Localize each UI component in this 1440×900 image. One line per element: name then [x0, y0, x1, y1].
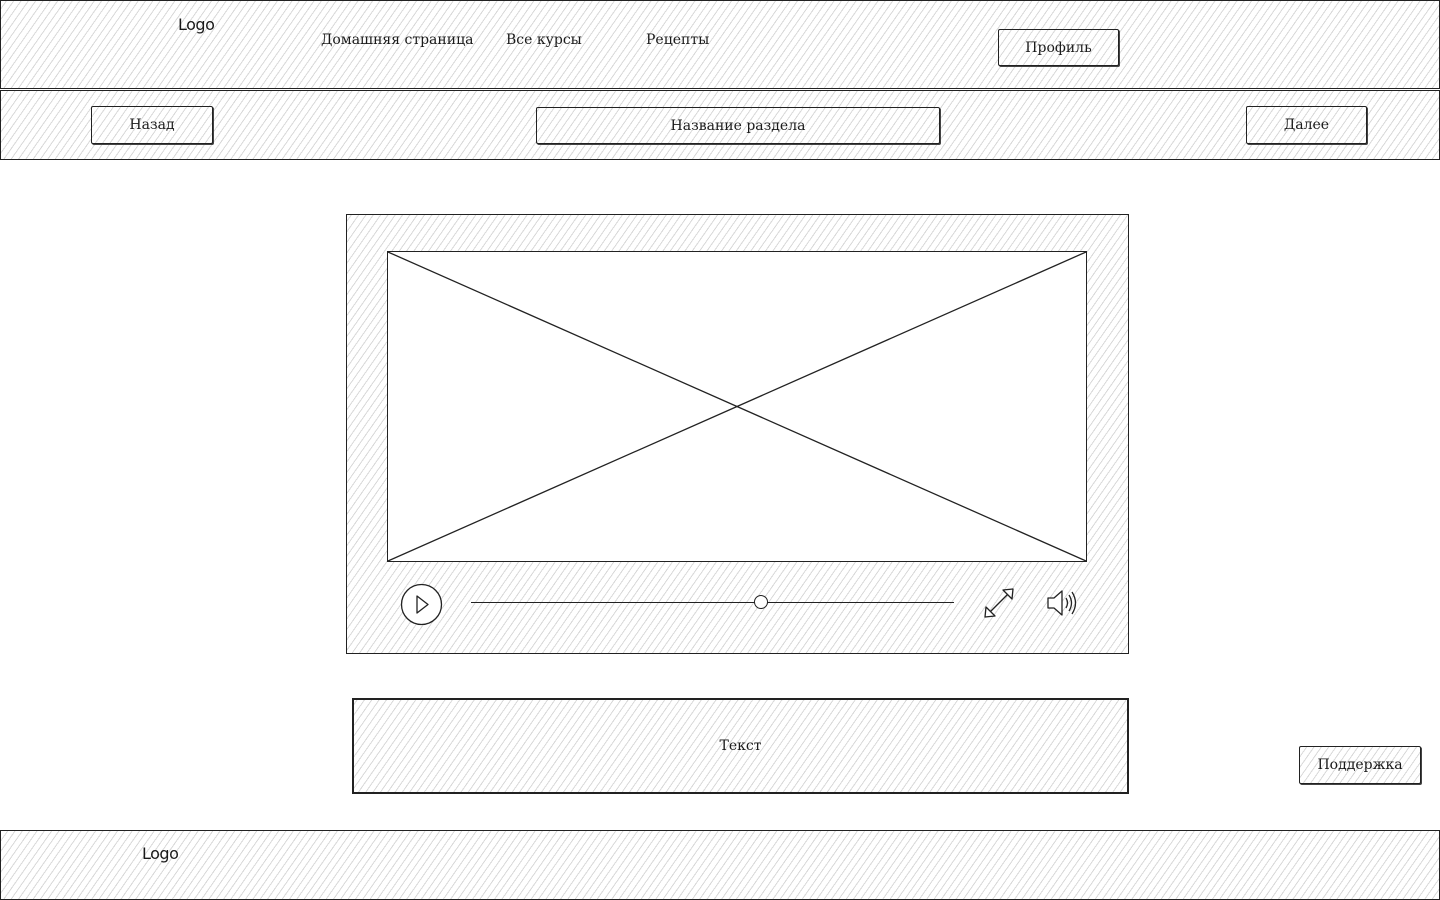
play-button[interactable] — [400, 583, 443, 626]
progress-track — [471, 602, 954, 603]
next-button[interactable]: Далее — [1246, 106, 1367, 144]
volume-icon — [1047, 590, 1077, 616]
video-placeholder[interactable] — [387, 251, 1087, 562]
back-button[interactable]: Назад — [91, 106, 213, 144]
support-button[interactable]: Поддержка — [1299, 746, 1421, 784]
nav-link-all-courses[interactable]: Все курсы — [506, 32, 582, 48]
nav-link-recipes[interactable]: Рецепты — [646, 32, 709, 48]
text-block-content: Текст — [719, 738, 762, 754]
header: Logo Домашняя страница Все курсы Рецепты… — [0, 0, 1440, 89]
progress-slider[interactable] — [471, 593, 954, 613]
nav-link-home[interactable]: Домашняя страница — [321, 32, 473, 48]
footer-logo[interactable]: Logo — [142, 844, 179, 863]
section-bar: Назад Название раздела Далее — [0, 90, 1440, 160]
header-logo[interactable]: Logo — [178, 15, 215, 34]
play-icon — [400, 583, 443, 626]
fullscreen-button[interactable] — [983, 587, 1015, 619]
video-player — [346, 214, 1129, 654]
text-block: Текст — [352, 698, 1129, 794]
fullscreen-icon — [984, 588, 1014, 618]
volume-button[interactable] — [1045, 587, 1079, 619]
progress-knob[interactable] — [753, 595, 768, 609]
profile-button[interactable]: Профиль — [998, 29, 1119, 66]
footer: Logo — [0, 830, 1440, 900]
section-title: Название раздела — [536, 107, 940, 144]
